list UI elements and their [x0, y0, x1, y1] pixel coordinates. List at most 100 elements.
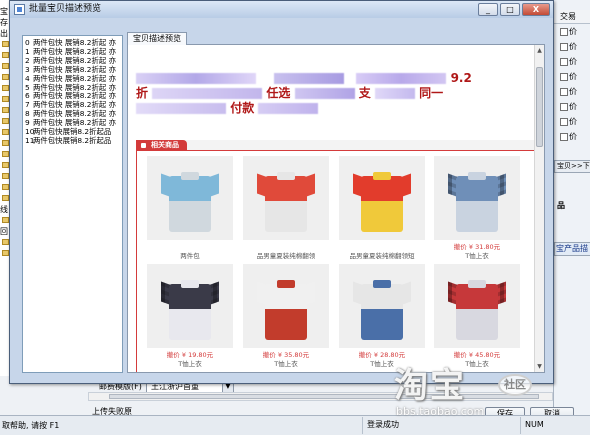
related-products-header-bar: 相关商品 [137, 140, 538, 151]
shirt-image [353, 274, 411, 340]
list-item-index: 3 [25, 64, 30, 74]
price-checkbox-label: 价 [569, 87, 577, 96]
product-thumbnail[interactable] [243, 264, 329, 348]
folder-icon [2, 184, 9, 190]
maximize-button[interactable]: □ [500, 3, 520, 16]
folder-icon [2, 239, 9, 245]
folder-icon [2, 250, 9, 256]
price-checkbox[interactable] [560, 28, 568, 36]
list-item-index: 10 [25, 127, 35, 136]
status-help-text: 取帮助, 请按 F1 [2, 421, 60, 430]
product-description-tab[interactable]: 宝产品描 [554, 242, 590, 256]
product-title[interactable]: 两件包 [147, 252, 233, 260]
description-line-1: 9.2 [136, 71, 472, 86]
preview-content: 9.2 折 任选 支 同一 付款 相关商品 两件包 品男童夏装纯棉翻领 品男童夏… [127, 44, 545, 373]
app-icon [14, 4, 25, 15]
trade-column-header: 交易 [554, 10, 590, 24]
list-item[interactable]: 5 两件包快 展销8.2折起 亦 [25, 83, 116, 92]
related-products-header: 相关商品 [137, 140, 187, 151]
product-thumbnail[interactable] [434, 264, 520, 348]
download-item-button[interactable]: 宝贝>>下载 [554, 160, 590, 173]
list-item-text: 两件包快 展销8.2折起 亦 [33, 109, 116, 119]
status-login-text: 登录成功 [362, 417, 452, 434]
list-item-text: 两件包快 展销8.2折起 亦 [33, 55, 116, 65]
folder-icon [2, 217, 9, 223]
scroll-up-icon[interactable]: ▲ [536, 46, 543, 55]
vertical-scrollbar[interactable]: ▲ ▼ [534, 45, 544, 372]
list-item[interactable]: 0 两件包快 展销8.2折起 亦 [25, 38, 116, 47]
product-title[interactable]: 品男童夏装纯棉翻领 [243, 252, 329, 260]
dialog-title: 批量宝贝描述预览 [29, 4, 102, 14]
folder-icon [2, 195, 9, 201]
list-item-index: 11 [25, 135, 35, 145]
product-title[interactable]: 品男童夏装纯棉翻领短 [339, 252, 425, 260]
folder-icon [2, 118, 9, 124]
price-checkbox[interactable] [560, 133, 568, 141]
list-item-text: 两件包快 展销8.2折起 亦 [33, 46, 116, 56]
watermark-badge: 社区 [498, 374, 532, 396]
status-num-indicator: NUM [520, 417, 590, 434]
folder-icon [2, 140, 9, 146]
description-fragment: 折 [136, 86, 149, 100]
list-item[interactable]: 3 两件包快 展销8.2折起 亦 [25, 65, 116, 74]
scrollbar-thumb[interactable] [536, 67, 543, 147]
folder-icon [2, 107, 9, 113]
item-section-label: 品 [557, 201, 565, 210]
list-item-index: 6 [25, 91, 30, 101]
list-item-index: 4 [25, 73, 30, 83]
product-thumbnail[interactable] [147, 156, 233, 240]
list-item[interactable]: 6 两件包快 展销8.2折起 亦 [25, 91, 116, 100]
list-item-text: 两件包快 展销8.2折起 亦 [33, 100, 116, 110]
tab-description-preview[interactable]: 宝贝描述预览 [127, 32, 187, 45]
list-item-index: 1 [25, 46, 30, 56]
background-right-panel: 交易 价价价价价价价价 宝贝>>下载 品 宝产品描 [553, 0, 590, 415]
preview-dialog: 批量宝贝描述预览 _ □ X 0 两件包快 展销8.2折起 亦 1 两件包快 展销8.… [9, 0, 554, 384]
price-checkbox[interactable] [560, 88, 568, 96]
price-checkbox-label: 价 [569, 57, 577, 66]
list-item[interactable]: 10两件包快展销8.2折起品 [25, 127, 111, 136]
price-checkbox-label: 价 [569, 117, 577, 126]
list-item[interactable]: 7 两件包快 展销8.2折起 亦 [25, 100, 116, 109]
minimize-button[interactable]: _ [478, 3, 498, 16]
dialog-titlebar[interactable]: 批量宝贝描述预览 _ □ X [10, 1, 553, 18]
item-list[interactable]: 0 两件包快 展销8.2折起 亦 1 两件包快 展销8.2折起 亦 2 两件包快 展销8.… [22, 35, 123, 373]
list-item[interactable]: 4 两件包快 展销8.2折起 亦 [25, 74, 116, 83]
price-checkbox-label: 价 [569, 132, 577, 141]
price-checkbox[interactable] [560, 103, 568, 111]
product-thumbnail[interactable] [243, 156, 329, 240]
shirt-image [257, 166, 315, 232]
product-thumbnail[interactable] [339, 156, 425, 240]
price-checkbox[interactable] [560, 73, 568, 81]
close-button[interactable]: X [522, 3, 550, 16]
product-price: 撤价 ¥ 19.80元 [166, 351, 214, 359]
product-title[interactable]: T恤上衣 [434, 252, 520, 260]
folder-icon [2, 74, 9, 80]
price-checkbox[interactable] [560, 58, 568, 66]
list-item[interactable]: 1 两件包快 展销8.2折起 亦 [25, 47, 116, 56]
price-checkbox[interactable] [560, 43, 568, 51]
folder-icon [2, 96, 9, 102]
product-thumbnail[interactable] [434, 156, 520, 240]
shirt-image [161, 274, 219, 340]
list-item-text: 两件包快 展销8.2折起 亦 [33, 82, 116, 92]
product-thumbnail[interactable] [339, 264, 425, 348]
list-item-text: 两件包快 展销8.2折起 亦 [33, 38, 116, 47]
list-item-index: 9 [25, 118, 30, 128]
list-item[interactable]: 8 两件包快 展销8.2折起 亦 [25, 109, 116, 118]
list-item[interactable]: 11两件包快展销8.2折起品 [25, 136, 111, 145]
product-title[interactable]: T恤上衣 [147, 360, 233, 368]
folder-icon [2, 151, 9, 157]
shirt-image [448, 166, 506, 232]
product-thumbnail[interactable] [147, 264, 233, 348]
list-item-text: 两件包快 展销8.2折起 亦 [33, 118, 116, 128]
folder-icon [2, 63, 9, 69]
list-item[interactable]: 9 两件包快 展销8.2折起 亦 [25, 118, 116, 127]
description-fragment: 支 [358, 86, 371, 100]
price-checkbox[interactable] [560, 118, 568, 126]
description-fragment: 同一 [419, 86, 444, 100]
list-item-text: 两件包快展销8.2折起品 [33, 135, 112, 145]
list-item-text: 两件包快展销8.2折起品 [33, 127, 112, 136]
list-item[interactable]: 2 两件包快 展销8.2折起 亦 [25, 56, 116, 65]
product-title[interactable]: T恤上衣 [243, 360, 329, 368]
related-products-section: 相关商品 两件包 品男童夏装纯棉翻领 品男童夏装纯棉翻领短 撤价 ¥ 31.80元 T恤… [136, 140, 538, 372]
